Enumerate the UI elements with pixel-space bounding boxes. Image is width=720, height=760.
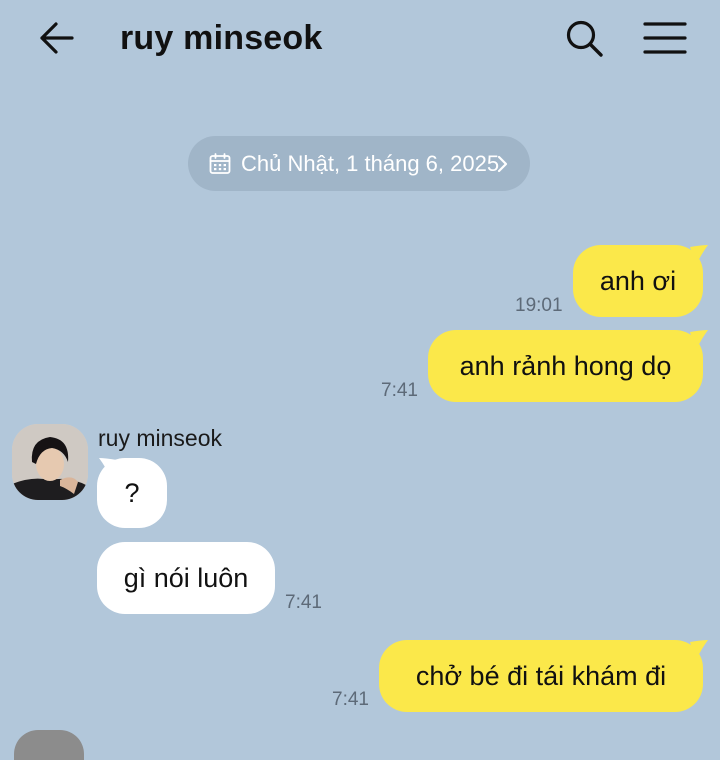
bubble-tail	[690, 245, 708, 265]
menu-icon	[643, 22, 687, 54]
message-text: anh rảnh hong dọ	[459, 351, 672, 381]
message-time: 7:41	[332, 689, 369, 710]
chat-header: ruy minseok	[0, 0, 720, 80]
contact-avatar[interactable]	[12, 424, 88, 500]
search-button[interactable]	[562, 16, 606, 60]
date-divider[interactable]: Chủ Nhật, 1 tháng 6, 2025	[188, 136, 530, 191]
message-time: 7:41	[285, 592, 322, 613]
bubble-tail	[690, 640, 708, 660]
outgoing-message[interactable]: anh rảnh hong dọ	[428, 330, 703, 402]
back-arrow-icon	[40, 22, 74, 54]
date-divider-text: Chủ Nhật, 1 tháng 6, 2025	[241, 151, 500, 176]
chat-title: ruy minseok	[120, 19, 323, 57]
search-icon	[566, 20, 603, 57]
outgoing-message[interactable]: chở bé đi tái khám đi	[379, 640, 703, 712]
chevron-right-icon	[497, 155, 508, 173]
message-time: 19:01	[515, 295, 563, 316]
message-text: anh ơi	[599, 266, 677, 296]
calendar-icon	[209, 153, 231, 174]
sender-name: ruy minseok	[98, 425, 222, 451]
bubble-tail	[99, 458, 117, 478]
outgoing-message[interactable]: anh ơi	[573, 245, 703, 317]
message-text: gì nói luôn	[123, 563, 249, 593]
profile-photo	[12, 424, 88, 500]
menu-button[interactable]	[640, 18, 690, 58]
message-text: ?	[124, 478, 140, 508]
incoming-message[interactable]: gì nói luôn	[97, 542, 275, 614]
back-button[interactable]	[36, 18, 80, 58]
bubble-tail	[690, 330, 708, 350]
contact-avatar-partial[interactable]	[14, 730, 84, 760]
message-time: 7:41	[381, 380, 418, 401]
message-text: chở bé đi tái khám đi	[415, 661, 667, 691]
